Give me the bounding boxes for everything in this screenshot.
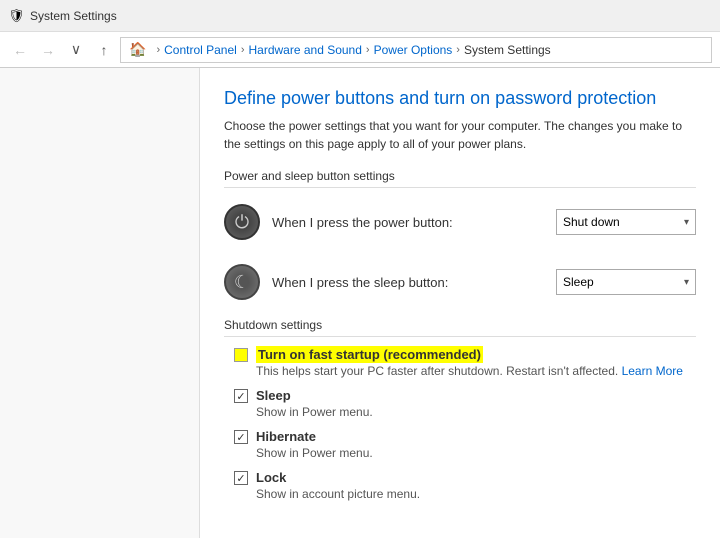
address-bar: ← → ∨ ↑ 🏠 › Control Panel › Hardware and… — [0, 32, 720, 68]
shutdown-header: Shutdown settings — [224, 318, 696, 337]
sleep-content: Sleep Show in Power menu. — [256, 388, 696, 419]
sleep-button-dropdown[interactable]: Sleep ▾ — [556, 269, 696, 295]
hibernate-checkbox[interactable]: ✓ — [234, 430, 248, 444]
back-icon: ← — [13, 42, 27, 58]
power-button-label: When I press the power button: — [272, 215, 556, 230]
button-settings-header: Power and sleep button settings — [224, 169, 696, 188]
fast-startup-label: Turn on fast startup (recommended) — [256, 346, 483, 363]
hibernate-item: ✓ Hibernate Show in Power menu. — [224, 429, 696, 460]
breadcrumb-hardware-sound[interactable]: Hardware and Sound — [249, 43, 362, 57]
forward-icon: → — [41, 42, 55, 58]
lock-checkbox[interactable]: ✓ — [234, 471, 248, 485]
page-description: Choose the power settings that you want … — [224, 117, 696, 153]
lock-label: Lock — [256, 470, 696, 485]
title-bar-title: System Settings — [30, 9, 117, 23]
breadcrumb-power-options[interactable]: Power Options — [374, 43, 453, 57]
hibernate-desc: Show in Power menu. — [256, 446, 696, 460]
content-area: Define power buttons and turn on passwor… — [200, 68, 720, 538]
fast-startup-item: Turn on fast startup (recommended) This … — [224, 347, 696, 378]
title-bar: 🛡 System Settings — [0, 0, 720, 32]
sleep-item: ✓ Sleep Show in Power menu. — [224, 388, 696, 419]
sleep-button-row: ☾ When I press the sleep button: Sleep ▾ — [224, 258, 696, 306]
power-dropdown-arrow: ▾ — [684, 217, 689, 228]
breadcrumb-icon: 🏠 — [129, 41, 146, 58]
fast-startup-learn-more[interactable]: Learn More — [622, 364, 683, 378]
dropdown-button[interactable]: ∨ — [64, 38, 88, 62]
power-icon: ⏻ — [224, 204, 260, 240]
sleep-button-value: Sleep — [563, 275, 594, 289]
breadcrumb-sep-3: › — [456, 44, 460, 56]
lock-desc: Show in account picture menu. — [256, 487, 696, 501]
lock-content: Lock Show in account picture menu. — [256, 470, 696, 501]
power-symbol: ⏻ — [235, 212, 249, 233]
sidebar — [0, 68, 200, 538]
fast-startup-desc: This helps start your PC faster after sh… — [256, 364, 696, 378]
breadcrumb-control-panel[interactable]: Control Panel — [164, 43, 237, 57]
up-button[interactable]: ↑ — [92, 38, 116, 62]
sleep-checkbox[interactable]: ✓ — [234, 389, 248, 403]
sleep-icon: ☾ — [224, 264, 260, 300]
title-bar-icon: 🛡 — [8, 8, 24, 24]
hibernate-content: Hibernate Show in Power menu. — [256, 429, 696, 460]
fast-startup-content: Turn on fast startup (recommended) This … — [256, 347, 696, 378]
power-button-row: ⏻ When I press the power button: Shut do… — [224, 198, 696, 246]
page-title: Define power buttons and turn on passwor… — [224, 88, 696, 109]
power-button-value: Shut down — [563, 215, 620, 229]
sleep-label: Sleep — [256, 388, 696, 403]
sleep-symbol: ☾ — [234, 272, 250, 293]
shutdown-section: Shutdown settings Turn on fast startup (… — [224, 318, 696, 501]
breadcrumb-sep-0: › — [156, 44, 160, 56]
breadcrumb-sep-1: › — [241, 44, 245, 56]
sleep-button-label: When I press the sleep button: — [272, 275, 556, 290]
hibernate-label: Hibernate — [256, 429, 696, 444]
lock-item: ✓ Lock Show in account picture menu. — [224, 470, 696, 501]
sleep-desc: Show in Power menu. — [256, 405, 696, 419]
forward-button[interactable]: → — [36, 38, 60, 62]
main-layout: Define power buttons and turn on passwor… — [0, 68, 720, 538]
power-button-dropdown[interactable]: Shut down ▾ — [556, 209, 696, 235]
fast-startup-checkbox[interactable] — [234, 348, 248, 362]
breadcrumb: 🏠 › Control Panel › Hardware and Sound ›… — [120, 37, 712, 63]
breadcrumb-system-settings: System Settings — [464, 43, 551, 57]
up-icon: ↑ — [101, 42, 108, 58]
back-button[interactable]: ← — [8, 38, 32, 62]
sleep-dropdown-arrow: ▾ — [684, 277, 689, 288]
breadcrumb-sep-2: › — [366, 44, 370, 56]
dropdown-icon: ∨ — [71, 41, 81, 58]
